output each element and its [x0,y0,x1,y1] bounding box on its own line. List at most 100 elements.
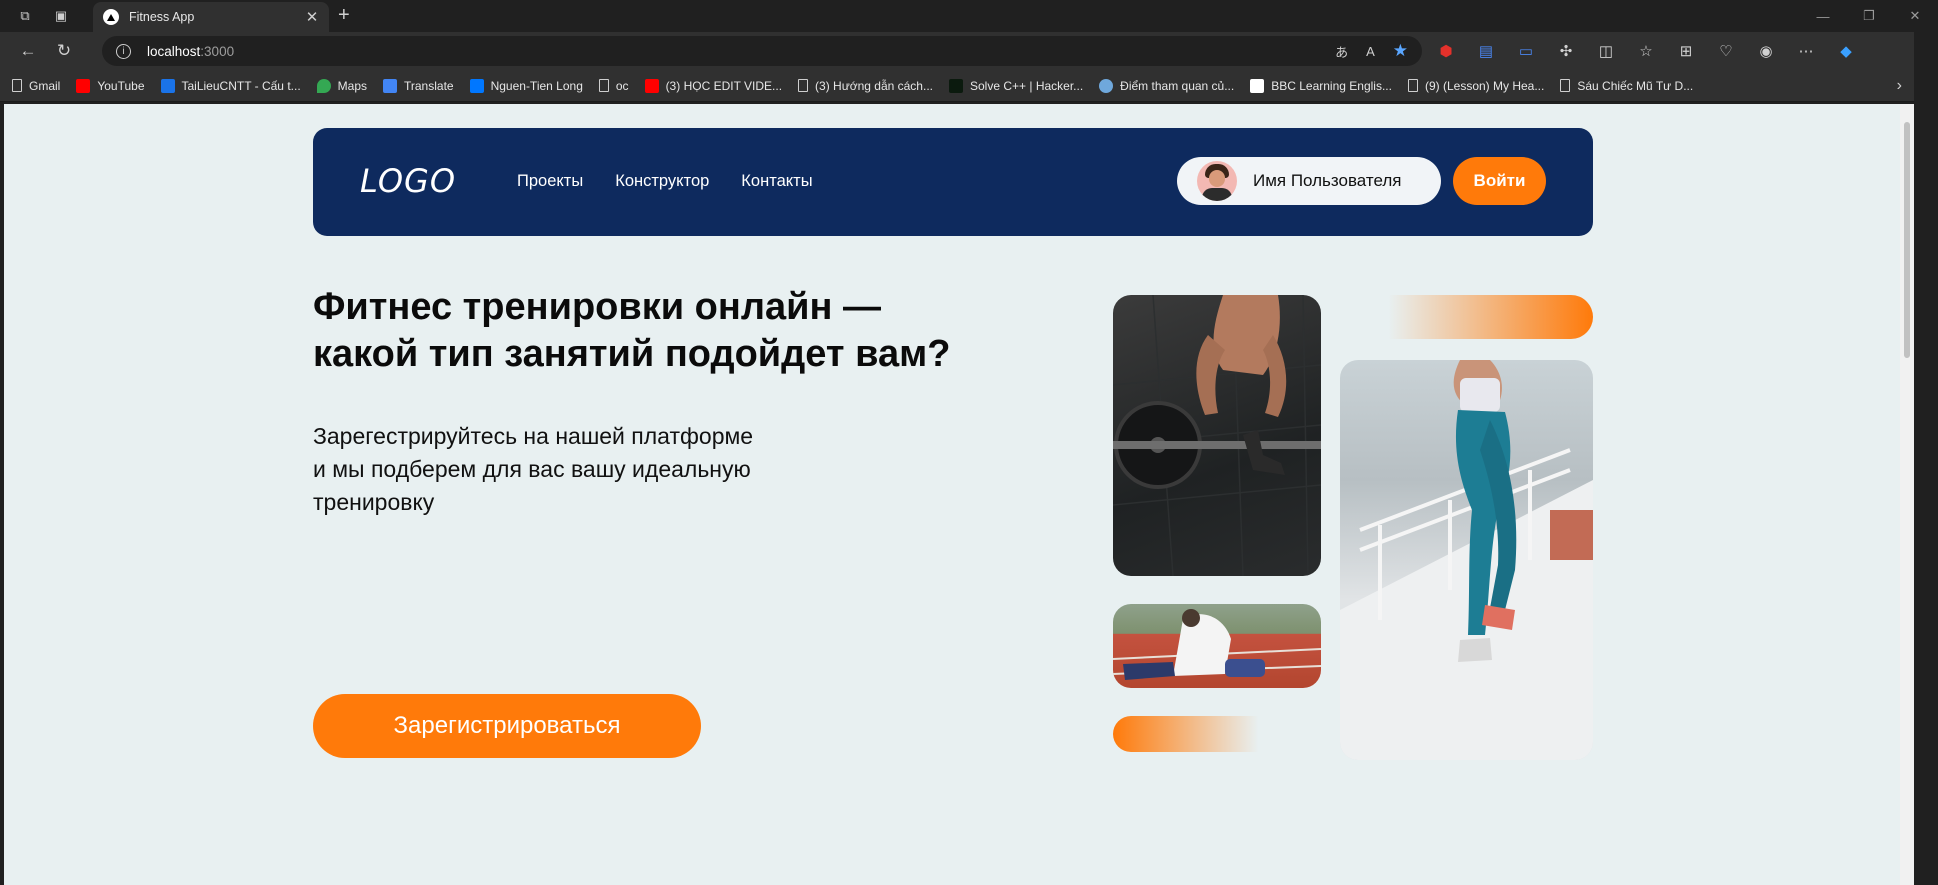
bookmark-label: Điểm tham quan củ... [1120,78,1235,93]
bookmark-item[interactable]: Sáu Chiếc Mũ Tư D... [1560,79,1693,93]
bookmarks-bar: Gmail YouTube TaiLieuCNTT - Cấu t... Maps Tr… [0,70,1938,102]
page-icon [1560,79,1571,92]
performance-icon[interactable]: ♡ [1710,36,1742,66]
bookmark-item[interactable]: (9) (Lesson) My Hea... [1407,78,1545,93]
minimize-icon[interactable]: — [1800,0,1846,32]
tab-actions-icon[interactable]: ▣ [50,5,72,27]
nav-constructor[interactable]: Конструктор [615,172,709,191]
read-aloud-icon[interactable]: A [1366,44,1375,59]
translate-icon [383,78,397,93]
user-profile-chip[interactable]: Имя Пользователя [1177,157,1441,205]
close-tab-icon[interactable]: ✕ [301,8,323,26]
bookmark-label: BBC Learning Englis... [1271,78,1392,93]
favorite-star-icon[interactable]: ★ [1393,41,1408,61]
bookmark-label: (3) Hướng dẫn cách... [815,78,933,93]
login-button[interactable]: Войти [1453,157,1546,205]
back-icon[interactable]: ← [10,36,46,66]
bookmark-item[interactable]: Gmail [12,79,60,93]
site-info-icon[interactable]: i [116,43,131,59]
youtube-icon [76,78,91,93]
workspaces-icon[interactable]: ⧉ [14,5,36,27]
extensions-icon[interactable]: ✣ [1550,36,1582,66]
bookmarks-overflow-chevron-icon[interactable]: › [1897,77,1902,95]
url-text: localhost:3000 [147,43,235,59]
bookmark-item[interactable]: TaiLieuCNTT - Cấu t... [160,78,301,93]
bookmark-label: Solve C++ | Hacker... [970,78,1084,93]
site-icon [160,78,175,93]
bookmark-label: Gmail [29,78,61,93]
hero-title-line-1: Фитнес тренировки онлайн — [313,286,881,328]
screen-extension-icon[interactable]: ▭ [1510,36,1542,66]
page-icon [598,79,609,92]
tab-strip: ⧉ ▣ Fitness App ✕ + — ❐ ✕ [0,0,1938,32]
tab-title: Fitness App [129,10,195,24]
bookmark-label: (9) (Lesson) My Hea... [1424,78,1545,93]
address-bar[interactable]: i localhost:3000 あ A ★ [102,36,1422,66]
read-aloud-translate-icon[interactable]: あ [1335,42,1348,61]
restore-icon[interactable]: ❐ [1846,0,1892,32]
bookmark-item[interactable]: Maps [316,78,367,93]
page-icon [1407,79,1418,92]
collections-icon[interactable]: ⊞ [1670,36,1702,66]
globe-icon [1099,78,1114,93]
register-button[interactable]: Зарегистрироваться [313,694,701,758]
bookmark-item[interactable]: oc [598,79,629,93]
bookmark-label: Maps [337,78,367,93]
bookmark-label: YouTube [97,78,145,93]
bookmark-item[interactable]: (3) Hướng dẫn cách... [798,79,933,93]
window-controls: — ❐ ✕ [1800,0,1938,32]
main-nav: Проекты Конструктор Контакты [517,172,813,191]
adblock-icon[interactable]: ⬢ [1430,36,1462,66]
hero-text-line-2: и мы подберем для вас вашу идеальную [313,456,751,482]
bookmark-item[interactable]: Nguen-Tien Long [469,78,583,93]
bookmark-item[interactable]: (3) HỌC EDIT VIDE... [644,78,783,93]
logo[interactable]: LOGO [360,162,456,200]
avatar [1197,161,1237,201]
youtube-icon [644,78,659,93]
page-viewport: LOGO Проекты Конструктор Контакты Имя По… [4,104,1900,885]
page-icon [12,79,22,92]
bookmark-label: Sáu Chiếc Mũ Tư D... [1577,78,1694,93]
decorative-gradient-bar-top [1320,295,1593,339]
tab-fitness-app[interactable]: Fitness App ✕ [93,2,329,32]
vk-icon [469,78,484,93]
nav-projects[interactable]: Проекты [517,172,583,191]
bookmark-item[interactable]: BBC Learning Englis... [1250,78,1392,93]
profile-avatar-icon[interactable]: ◉ [1750,36,1782,66]
translate-extension-icon[interactable]: ▤ [1470,36,1502,66]
scrollbar-thumb[interactable] [1904,122,1910,358]
close-window-icon[interactable]: ✕ [1892,0,1938,32]
favorites-icon[interactable]: ☆ [1630,36,1662,66]
bookmark-label: Translate [404,78,454,93]
hero-title: Фитнес тренировки онлайн — какой тип зан… [313,284,1033,378]
bookmark-item[interactable]: YouTube [76,78,145,93]
hero-text-line-3: тренировку [313,489,435,515]
new-tab-icon[interactable]: + [338,4,350,27]
refresh-icon[interactable]: ↻ [46,36,82,66]
more-options-icon[interactable]: ⋯ [1790,36,1822,66]
photo-running-stairs [1340,360,1593,760]
bookmark-item[interactable]: Translate [383,78,454,93]
bbc-icon [1250,78,1265,93]
nextjs-favicon-icon [103,9,119,25]
split-screen-icon[interactable]: ◫ [1590,36,1622,66]
hackerrank-icon [949,78,963,93]
toolbar-extensions: ⬢ ▤ ▭ ✣ ◫ ☆ ⊞ ♡ ◉ ⋯ ◆ [1430,36,1862,66]
bookmark-label: (3) HỌC EDIT VIDE... [665,78,783,93]
navigation-bar: ← ↻ i localhost:3000 あ A ★ ⬢ ▤ ▭ ✣ ◫ ☆ ⊞… [0,32,1938,70]
bookmark-item[interactable]: Solve C++ | Hacker... [949,78,1084,93]
hero-description: Зарегестрируйтесь на нашей платформе и м… [313,420,833,519]
edge-sidebar-strip [1914,32,1938,885]
hero-text-line-1: Зарегестрируйтесь на нашей платформе [313,423,754,449]
bookmark-label: Nguen-Tien Long [490,78,583,93]
photo-barbell-deadlift [1113,295,1321,576]
copilot-icon[interactable]: ◆ [1830,36,1862,66]
hero-title-line-2: какой тип занятий подойдет вам? [313,333,951,375]
site-header: LOGO Проекты Конструктор Контакты Имя По… [313,128,1593,236]
maps-icon [316,78,331,93]
bookmark-label: TaiLieuCNTT - Cấu t... [181,78,301,93]
decorative-gradient-bar-bottom [1113,716,1321,752]
nav-contacts[interactable]: Контакты [741,172,812,191]
bookmark-item[interactable]: Điểm tham quan củ... [1099,78,1235,93]
page-scrollbar[interactable] [1900,104,1914,885]
